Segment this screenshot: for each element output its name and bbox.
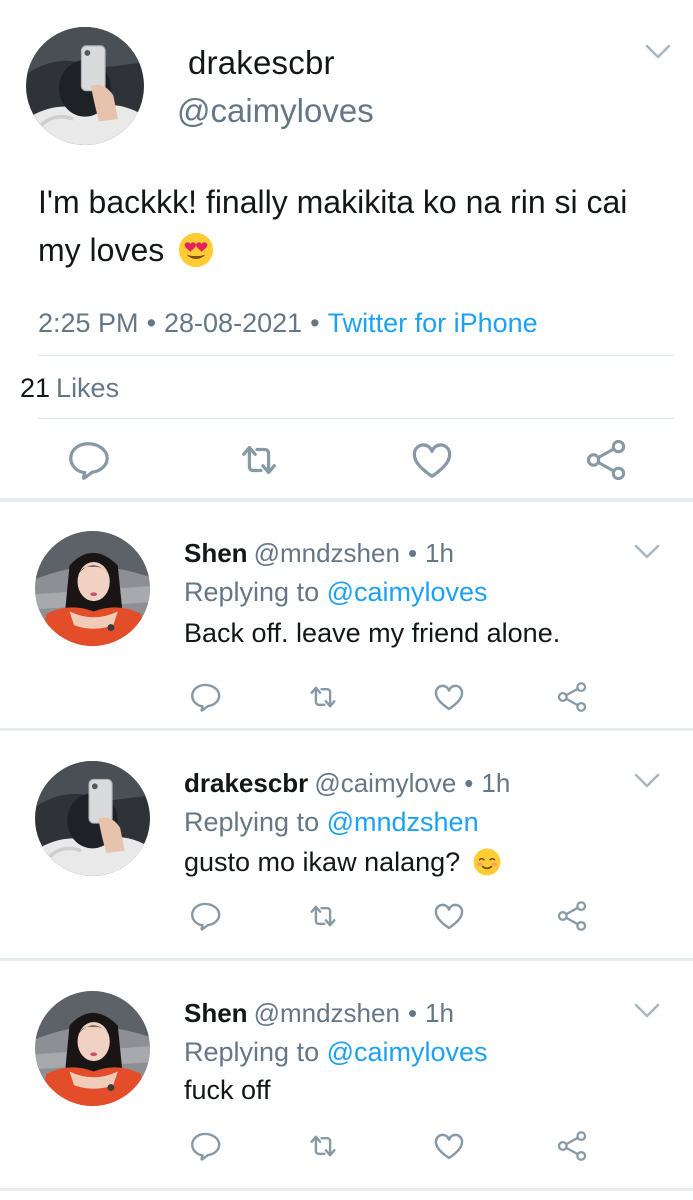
main-tweet: drakescbr @caimyloves I'm backkk! finall… <box>0 0 693 500</box>
reply-author-name[interactable]: Shen <box>184 998 248 1028</box>
tweet-text: I'm backkk! finally makikita ko na rin s… <box>38 178 658 274</box>
reply-icon[interactable] <box>188 680 222 714</box>
divider <box>38 355 674 356</box>
like-icon[interactable] <box>432 1129 466 1163</box>
tweet-date: 28-08-2021 <box>164 308 303 338</box>
girl-avatar-image <box>35 991 150 1106</box>
reply-icon[interactable] <box>188 899 222 933</box>
retweet-icon[interactable] <box>306 899 340 933</box>
reply-author-name[interactable]: drakescbr <box>184 768 308 798</box>
girl-avatar-image <box>35 531 150 646</box>
mirror-selfie-avatar-image <box>26 27 144 145</box>
divider <box>38 418 674 419</box>
reply-tweet[interactable]: Shen @mndzshen • 1h Replying to @caimyloves… <box>0 502 693 732</box>
reply-text: gusto mo ikaw nalang? <box>184 847 502 878</box>
like-icon[interactable] <box>432 680 466 714</box>
meta-separator: • <box>310 308 320 338</box>
replying-to-prefix: Replying to <box>184 577 320 607</box>
chevron-down-icon[interactable] <box>632 771 662 791</box>
reply-header: Shen @mndzshen • 1h <box>184 998 454 1029</box>
share-icon[interactable] <box>555 680 589 714</box>
reply-tweet[interactable]: Shen @mndzshen • 1h Replying to @caimyloves… <box>0 961 693 1191</box>
divider <box>0 1188 693 1191</box>
share-icon[interactable] <box>583 437 629 483</box>
replying-to-mention[interactable]: @mndzshen <box>327 807 479 837</box>
reply-time: 1h <box>425 538 454 568</box>
replying-to-prefix: Replying to <box>184 1037 320 1067</box>
reply-author-handle[interactable]: @mndzshen <box>254 538 400 568</box>
reply-icon[interactable] <box>65 437 111 483</box>
share-icon[interactable] <box>555 1129 589 1163</box>
user-handle[interactable]: @caimyloves <box>177 92 374 130</box>
reply-time: 1h <box>481 768 511 798</box>
meta-separator: • <box>407 998 418 1028</box>
reply-author-handle[interactable]: @caimylove <box>314 768 456 798</box>
reply-author-name[interactable]: Shen <box>184 538 248 568</box>
meta-separator: • <box>407 538 418 568</box>
likes-label: Likes <box>56 373 120 403</box>
avatar[interactable] <box>26 27 144 145</box>
reply-body: gusto mo ikaw nalang? <box>184 847 461 877</box>
reply-tweet[interactable]: drakescbr @caimylove • 1h Replying to @mndz… <box>0 731 693 961</box>
mirror-selfie-avatar-image <box>35 761 150 876</box>
tweet-source-link[interactable]: Twitter for iPhone <box>328 308 538 338</box>
like-icon[interactable] <box>409 437 455 483</box>
tweet-body: I'm backkk! finally makikita ko na rin s… <box>38 184 628 268</box>
likes-count: 21 <box>20 373 51 403</box>
replying-to: Replying to @mndzshen <box>184 807 479 838</box>
share-icon[interactable] <box>555 899 589 933</box>
replying-to-prefix: Replying to <box>184 807 320 837</box>
meta-separator: • <box>146 308 157 338</box>
likes-stat[interactable]: 21 Likes <box>20 373 119 404</box>
reply-header: drakescbr @caimylove • 1h <box>184 768 510 799</box>
retweet-icon[interactable] <box>306 1129 340 1163</box>
smiling-blush-emoji <box>472 847 502 877</box>
avatar[interactable] <box>35 761 150 876</box>
replying-to-mention[interactable]: @caimyloves <box>327 577 488 607</box>
chevron-down-icon[interactable] <box>632 542 662 562</box>
reply-header: Shen @mndzshen • 1h <box>184 538 454 569</box>
avatar[interactable] <box>35 531 150 646</box>
reply-text: Back off. leave my friend alone. <box>184 618 561 648</box>
heart-eyes-emoji <box>177 231 215 269</box>
chevron-down-icon[interactable] <box>632 1001 662 1021</box>
replying-to: Replying to @caimyloves <box>184 1037 488 1068</box>
replying-to: Replying to @caimyloves <box>184 577 488 608</box>
retweet-icon[interactable] <box>236 437 282 483</box>
reply-author-handle[interactable]: @mndzshen <box>254 998 400 1028</box>
tweet-meta: 2:25 PM • 28-08-2021 • Twitter for iPhone <box>38 308 538 339</box>
chevron-down-icon[interactable] <box>643 42 673 62</box>
display-name[interactable]: drakescbr <box>188 44 335 82</box>
reply-text: fuck off <box>184 1075 271 1105</box>
reply-time: 1h <box>425 998 454 1028</box>
retweet-icon[interactable] <box>306 680 340 714</box>
like-icon[interactable] <box>432 899 466 933</box>
reply-icon[interactable] <box>188 1129 222 1163</box>
replying-to-mention[interactable]: @caimyloves <box>327 1037 488 1067</box>
tweet-time: 2:25 PM <box>38 308 139 338</box>
avatar[interactable] <box>35 991 150 1106</box>
meta-separator: • <box>464 768 474 798</box>
